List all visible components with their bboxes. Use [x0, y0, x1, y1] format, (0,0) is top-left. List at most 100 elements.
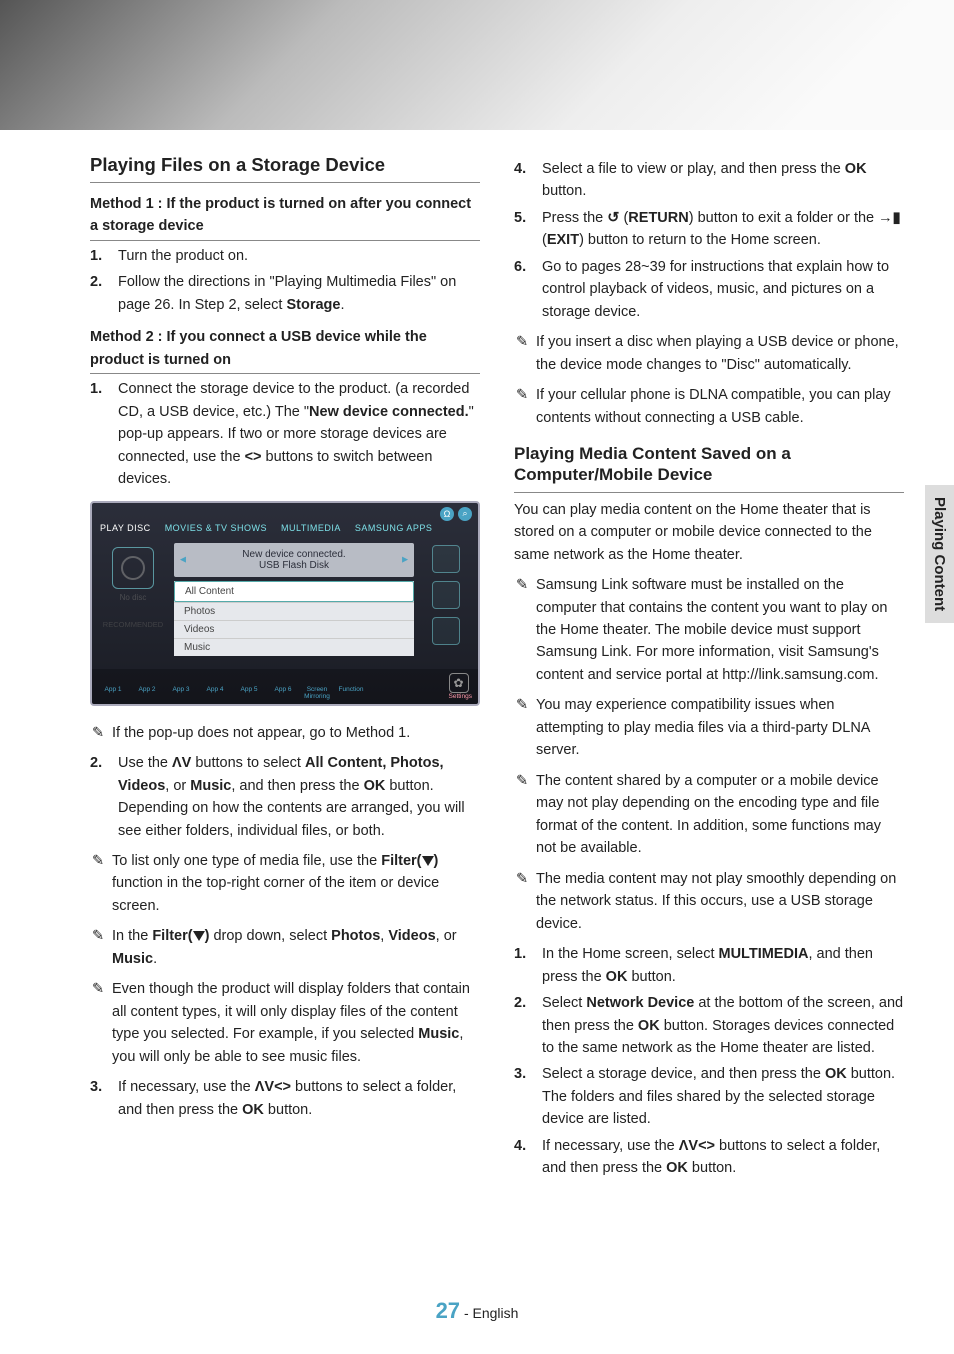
step-number: 3.: [90, 1076, 118, 1121]
app-label: App 5: [234, 686, 264, 700]
filter-icon: [193, 931, 205, 941]
note-text: To list only one type of media file, use…: [112, 850, 480, 917]
popup-line2: USB Flash Disk: [184, 560, 404, 571]
app-label: App 2: [132, 686, 162, 700]
note: ✎ Samsung Link software must be installe…: [514, 574, 904, 686]
note-text: If you insert a disc when playing a USB …: [536, 331, 904, 376]
page-footer: 27 - English: [0, 1298, 954, 1324]
gear-icon: ✿: [449, 673, 469, 693]
tab-multimedia: MULTIMEDIA: [281, 523, 341, 533]
tab-movies: MOVIES & TV SHOWS: [165, 523, 267, 533]
step: 2. Follow the directions in "Playing Mul…: [90, 271, 480, 316]
note-text: Samsung Link software must be installed …: [536, 574, 904, 686]
left-right-icon: <>: [245, 449, 262, 465]
note-text: You may experience compatibility issues …: [536, 694, 904, 761]
step-text: If necessary, use the ΛV<> buttons to se…: [542, 1135, 904, 1180]
step: 1. In the Home screen, select MULTIMEDIA…: [514, 943, 904, 988]
step: 1. Turn the product on.: [90, 245, 480, 267]
note: ✎ Even though the product will display f…: [90, 978, 480, 1068]
subsection-title: Playing Media Content Saved on a Compute…: [514, 443, 904, 493]
step: 4. If necessary, use the ΛV<> buttons to…: [514, 1135, 904, 1180]
step-text: Turn the product on.: [118, 245, 480, 267]
note: ✎ To list only one type of media file, u…: [90, 850, 480, 917]
step-number: 4.: [514, 158, 542, 203]
step: 5. Press the ↺ (RETURN) button to exit a…: [514, 207, 904, 252]
page-number: 27: [436, 1298, 460, 1323]
section-title: Playing Files on a Storage Device: [90, 154, 480, 183]
step: 6. Go to pages 28~39 for instructions th…: [514, 256, 904, 323]
note-icon: ✎: [90, 850, 112, 917]
note-text: In the Filter() drop down, select Photos…: [112, 925, 480, 970]
arrow-left-icon: ◄: [178, 554, 188, 565]
step-text: Select a file to view or play, and then …: [542, 158, 904, 203]
note-text: If the pop-up does not appear, go to Met…: [112, 722, 480, 744]
mock-top-icons: Ω ⌕: [92, 503, 478, 521]
step-number: 3.: [514, 1063, 542, 1130]
recommended-label: RECOMMENDED: [103, 620, 163, 629]
list-item: Music: [174, 638, 414, 656]
paragraph: You can play media content on the Home t…: [514, 499, 904, 566]
popup-line1: New device connected.: [184, 549, 404, 560]
disc-icon: [112, 547, 154, 589]
step-text: Select Network Device at the bottom of t…: [542, 992, 904, 1059]
step-number: 2.: [90, 752, 118, 842]
nav-icons: ΛV<>: [255, 1079, 291, 1095]
no-disc-label: No disc: [120, 593, 147, 602]
step-number: 1.: [90, 245, 118, 267]
note-icon: ✎: [514, 868, 536, 935]
step-text: Select a storage device, and then press …: [542, 1063, 904, 1130]
app-label: App 6: [268, 686, 298, 700]
note-icon: ✎: [90, 722, 112, 744]
app-label: Function: [336, 686, 366, 700]
right-column: 4. Select a file to view or play, and th…: [514, 154, 904, 1184]
note: ✎ You may experience compatibility issue…: [514, 694, 904, 761]
note-icon: ✎: [90, 925, 112, 970]
thumb-icon: [432, 617, 460, 645]
note: ✎ If your cellular phone is DLNA compati…: [514, 384, 904, 429]
section-tab: Playing Content: [925, 485, 954, 623]
step: 2. Select Network Device at the bottom o…: [514, 992, 904, 1059]
note: ✎ The content shared by a computer or a …: [514, 770, 904, 860]
step-number: 5.: [514, 207, 542, 252]
content-columns: Playing Files on a Storage Device Method…: [90, 154, 904, 1184]
note-icon: ✎: [514, 770, 536, 860]
app-label: App 3: [166, 686, 196, 700]
note-icon: ✎: [514, 331, 536, 376]
arrow-right-icon: ►: [400, 554, 410, 565]
note-text: The content shared by a computer or a mo…: [536, 770, 904, 860]
step-number: 2.: [90, 271, 118, 316]
thumb-icon: [432, 545, 460, 573]
note-icon: ✎: [514, 694, 536, 761]
mock-bottom-bar: App 1 App 2 App 3 App 4 App 5 App 6 Scre…: [92, 669, 478, 704]
tab-play-disc: PLAY DISC: [100, 523, 151, 533]
mock-center: ◄ New device connected. USB Flash Disk ►…: [174, 539, 414, 669]
return-icon: ↺: [607, 207, 619, 229]
note: ✎ If the pop-up does not appear, go to M…: [90, 722, 480, 744]
search-icon: ⌕: [458, 507, 472, 521]
footer-lang: English: [473, 1305, 519, 1321]
method1-title: Method 1 : If the product is turned on a…: [90, 193, 480, 241]
thumb-icon: [432, 581, 460, 609]
note-icon: ✎: [514, 574, 536, 686]
step-number: 1.: [90, 378, 118, 490]
step: 1. Connect the storage device to the pro…: [90, 378, 480, 490]
settings-app: ✿ Settings: [449, 673, 473, 700]
tv-screenshot: Ω ⌕ PLAY DISC MOVIES & TV SHOWS MULTIMED…: [90, 501, 480, 706]
step-text: Follow the directions in "Playing Multim…: [118, 271, 480, 316]
method2-title: Method 2 : If you connect a USB device w…: [90, 326, 480, 374]
up-down-icon: ΛV: [172, 755, 191, 771]
tab-apps: SAMSUNG APPS: [355, 523, 433, 533]
note: ✎ The media content may not play smoothl…: [514, 868, 904, 935]
app-label: Screen Mirroring: [302, 686, 332, 700]
step-text: Use the ΛV buttons to select All Content…: [118, 752, 480, 842]
device-popup: ◄ New device connected. USB Flash Disk ►: [174, 543, 414, 577]
content-type-list: All Content Photos Videos Music: [174, 581, 414, 656]
left-column: Playing Files on a Storage Device Method…: [90, 154, 480, 1184]
nav-icons: ΛV<>: [679, 1138, 715, 1154]
note-icon: ✎: [90, 978, 112, 1068]
step-number: 4.: [514, 1135, 542, 1180]
note-icon: ✎: [514, 384, 536, 429]
settings-label: Settings: [449, 693, 473, 700]
note-text: If your cellular phone is DLNA compatibl…: [536, 384, 904, 429]
note: ✎ In the Filter() drop down, select Phot…: [90, 925, 480, 970]
